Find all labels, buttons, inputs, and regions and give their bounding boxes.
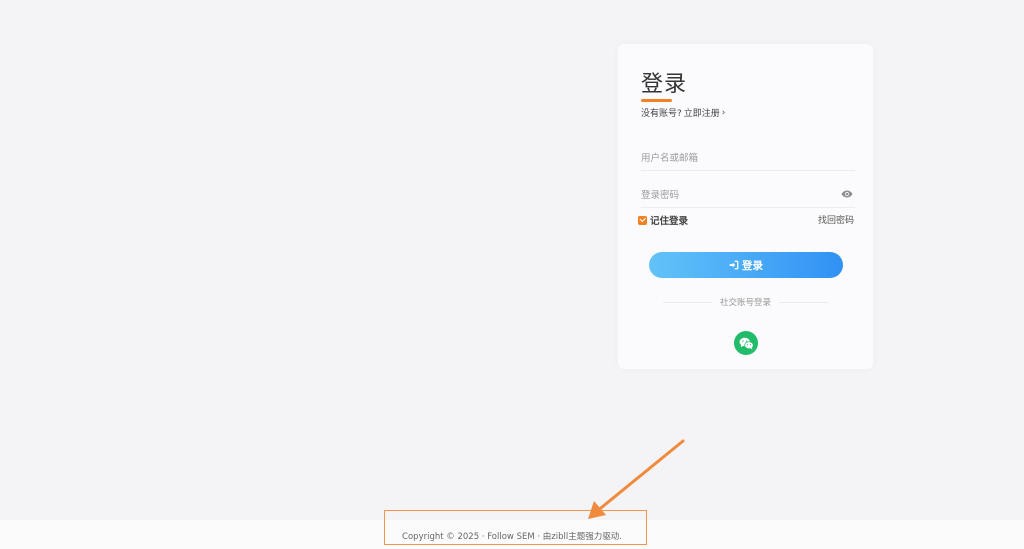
title-underline (641, 99, 672, 102)
no-account-text: 没有账号? (641, 109, 682, 119)
eye-icon[interactable] (841, 189, 853, 199)
password-field-wrap (641, 185, 855, 208)
page: 登录 没有账号? 立即注册 › 记住登录 找回密码 (0, 0, 1024, 549)
login-card: 登录 没有账号? 立即注册 › 记住登录 找回密码 (618, 44, 873, 369)
login-icon (729, 260, 739, 270)
remember-login-checkbox[interactable]: 记住登录 (638, 213, 688, 227)
password-input[interactable] (641, 185, 831, 205)
login-title: 登录 (641, 72, 688, 97)
login-button[interactable]: 登录 (649, 252, 843, 278)
register-row: 没有账号? 立即注册 › (641, 106, 726, 120)
wechat-login-button[interactable] (734, 331, 758, 355)
divider-line-right (779, 301, 829, 303)
remember-label: 记住登录 (650, 216, 689, 227)
wechat-icon (739, 337, 754, 349)
chevron-right-icon: › (721, 107, 726, 118)
checkbox-checked-icon[interactable] (638, 215, 647, 225)
forgot-password-link[interactable]: 找回密码 (818, 213, 854, 226)
divider-line-left (663, 301, 712, 303)
social-login-label: 社交账号登录 (720, 298, 772, 308)
username-input[interactable] (641, 148, 831, 168)
login-button-label: 登录 (742, 259, 763, 272)
social-divider: 社交账号登录 (663, 296, 829, 308)
annotation-arrow (588, 439, 685, 519)
register-link[interactable]: 立即注册 (684, 106, 720, 119)
username-field-wrap (641, 148, 855, 171)
